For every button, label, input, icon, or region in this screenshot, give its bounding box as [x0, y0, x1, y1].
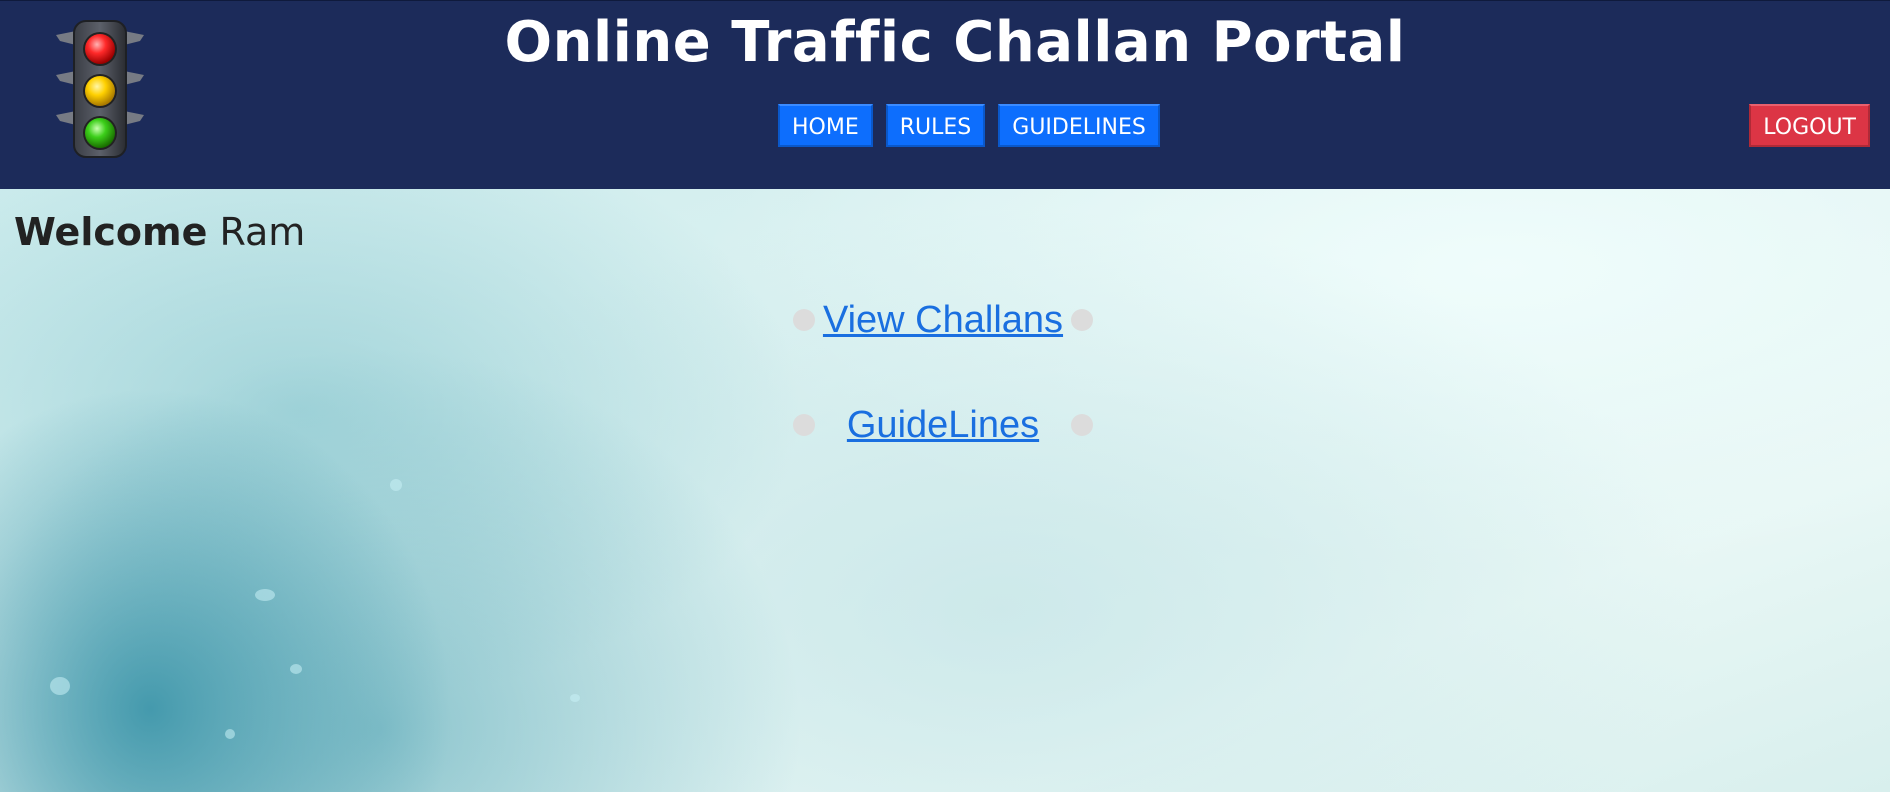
page-title: Online Traffic Challan Portal	[504, 10, 1406, 75]
welcome-label: Welcome	[14, 210, 208, 254]
bullet-dot	[1071, 414, 1093, 436]
background-speck	[255, 589, 275, 601]
nav-home-button[interactable]: HOME	[778, 104, 873, 147]
logout-button[interactable]: LOGOUT	[1749, 104, 1870, 147]
user-name: Ram	[219, 210, 306, 254]
main-content: Welcome Ram View Challans GuideLines	[0, 189, 1890, 792]
link-view-challans-row: View Challans	[793, 296, 1093, 344]
background-speck	[390, 479, 402, 491]
background-speck	[290, 664, 302, 674]
nav-rules-button[interactable]: RULES	[885, 104, 986, 147]
bullet-dot	[1071, 309, 1093, 331]
guidelines-link[interactable]: GuideLines	[793, 401, 1093, 449]
link-guidelines-row: GuideLines	[793, 401, 1093, 449]
background-speck	[225, 729, 235, 739]
welcome-message: Welcome Ram	[14, 209, 305, 255]
header-bar: Online Traffic Challan Portal HOME RULES…	[0, 0, 1890, 189]
main-nav: HOME RULES GUIDELINES	[778, 104, 1160, 147]
background-speck	[50, 677, 70, 695]
nav-guidelines-button[interactable]: GUIDELINES	[998, 104, 1160, 147]
view-challans-link[interactable]: View Challans	[793, 296, 1093, 344]
background-speck	[570, 694, 580, 702]
